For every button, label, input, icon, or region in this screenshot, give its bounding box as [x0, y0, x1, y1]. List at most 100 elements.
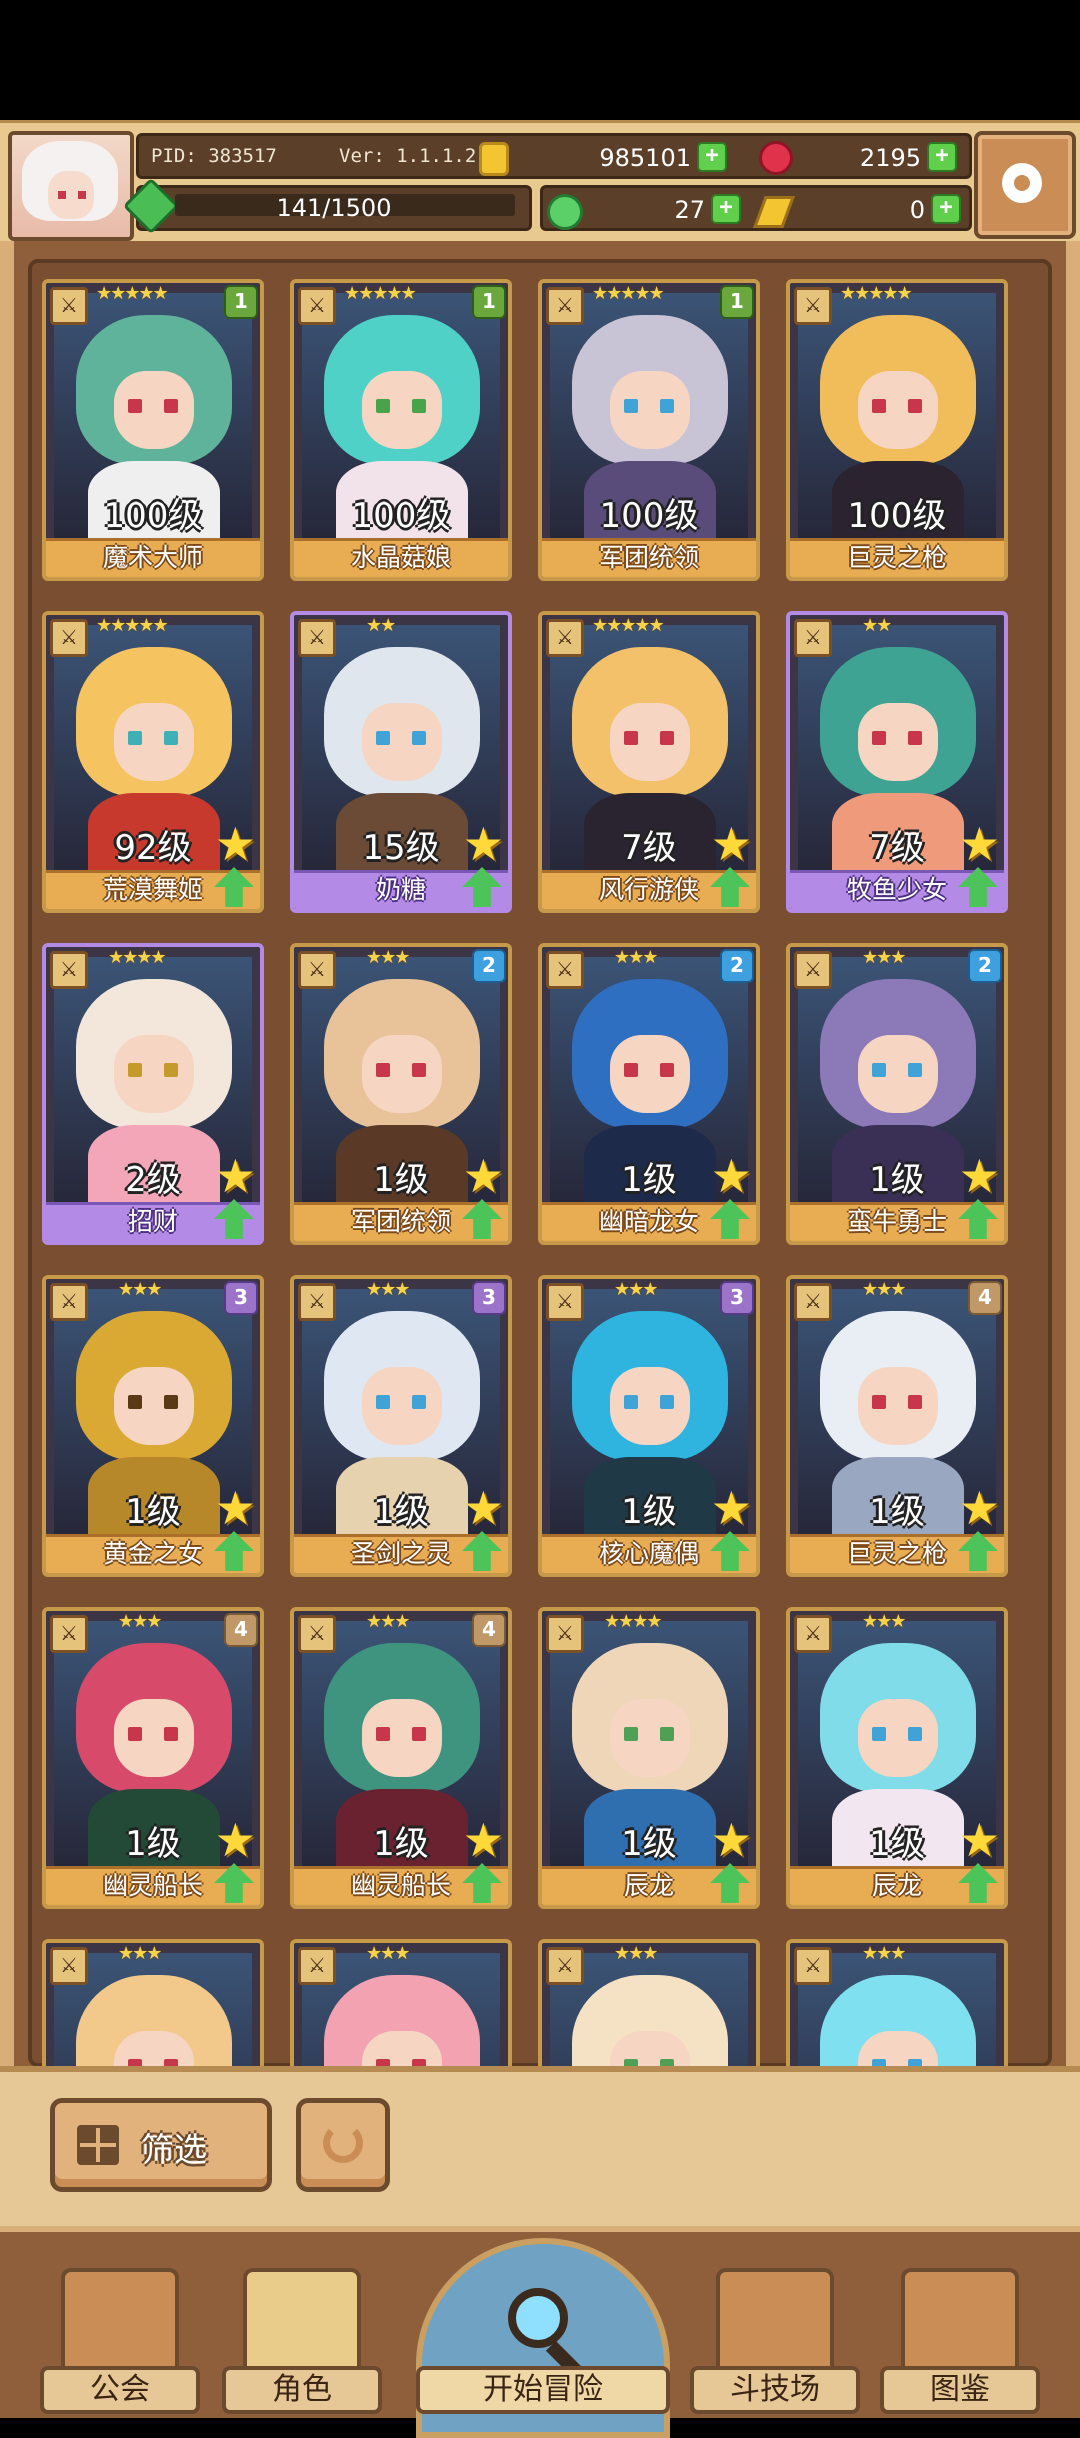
portrait-eye	[660, 399, 674, 413]
avatar-eye-left	[58, 191, 66, 199]
add-gold-button[interactable]: +	[697, 142, 727, 172]
character-card[interactable]: ⚔ ★★★ 2 1级 幽暗龙女 ★	[538, 943, 760, 1245]
character-card[interactable]: ⚔ ★★★ 3 1级 黄金之女 ★	[42, 1275, 264, 1577]
star-upgrade-icon: ★	[710, 817, 752, 871]
portrait-eye	[872, 1395, 886, 1409]
portrait-eye	[376, 1395, 390, 1409]
class-icon: ⚔	[298, 951, 336, 989]
nav-character[interactable]: 角色	[222, 2238, 382, 2418]
nav-guild[interactable]: 公会	[40, 2248, 200, 2418]
rarity-stars: ★★	[366, 615, 396, 636]
tier-badge: 1	[472, 285, 506, 319]
rarity-stars: ★★★	[862, 947, 906, 968]
portrait-eye	[660, 731, 674, 745]
character-card[interactable]: ⚔ ★★★ 3 1级 圣剑之灵 ★	[290, 1275, 512, 1577]
character-card[interactable]: ⚔ ★★★★★ 1 100级 军团统领	[538, 279, 760, 581]
character-card[interactable]: ⚔ ★★★	[42, 1939, 264, 2067]
rarity-stars: ★★★★★	[592, 615, 665, 636]
portrait-face	[114, 703, 194, 781]
character-card[interactable]: ⚔ ★★★★★ 92级 荒漠舞姬 ★	[42, 611, 264, 913]
tier-badge: 3	[224, 1281, 258, 1315]
character-card[interactable]: ⚔ ★★★ 4 1级 巨灵之枪 ★	[786, 1275, 1008, 1577]
clover-counter: 27 +	[543, 192, 743, 230]
nav-codex[interactable]: 图鉴	[880, 2248, 1040, 2418]
nav-guild-label: 公会	[40, 2366, 200, 2414]
class-icon: ⚔	[794, 1283, 832, 1321]
character-name: 巨灵之枪	[790, 538, 1004, 577]
character-roster-panel[interactable]: ⚔ ★★★★★ 1 100级 魔术大师 ⚔ ★★★★★ 1 100级 水晶菇娘 ⚔ ★★★★★ 1 100…	[0, 241, 1080, 2067]
character-card[interactable]: ⚔ ★★★	[538, 1939, 760, 2067]
start-adventure-button[interactable]: 开始冒险	[416, 2238, 670, 2438]
player-avatar[interactable]	[8, 131, 134, 241]
star-upgrade-icon: ★	[710, 1813, 752, 1867]
class-icon: ⚔	[50, 287, 88, 325]
character-card[interactable]: ⚔ ★★★ 3 1级 核心魔偶 ★	[538, 1275, 760, 1577]
character-card[interactable]: ⚔ ★★★ 4 1级 幽灵船长 ★	[42, 1607, 264, 1909]
portrait-eye	[412, 731, 426, 745]
portrait-eye	[164, 1063, 178, 1077]
roster-grid[interactable]: ⚔ ★★★★★ 1 100级 魔术大师 ⚔ ★★★★★ 1 100级 水晶菇娘 ⚔ ★★★★★ 1 100…	[28, 259, 1052, 2067]
class-icon: ⚔	[298, 287, 336, 325]
gold-value: 985101	[599, 144, 691, 172]
character-card[interactable]: ⚔ ★★★	[290, 1939, 512, 2067]
portrait-eye	[908, 399, 922, 413]
magnifier-icon	[508, 2288, 568, 2348]
add-clover-button[interactable]: +	[711, 194, 741, 224]
class-icon: ⚔	[546, 1615, 584, 1653]
class-icon: ⚔	[50, 1615, 88, 1653]
class-icon: ⚔	[794, 287, 832, 325]
portrait-eye	[624, 1395, 638, 1409]
status-bar-area	[0, 0, 1080, 120]
character-card[interactable]: ⚔ ★★★★ 2级 招财 ★	[42, 943, 264, 1245]
rarity-stars: ★★★	[118, 1943, 162, 1964]
character-card[interactable]: ⚔ ★★★ 1级 辰龙 ★	[786, 1607, 1008, 1909]
rarity-stars: ★★★	[862, 1943, 906, 1964]
add-key-button[interactable]: +	[931, 194, 961, 224]
class-icon: ⚔	[546, 287, 584, 325]
character-card[interactable]: ⚔ ★★★★★ 7级 风行游侠 ★	[538, 611, 760, 913]
filter-button[interactable]: 筛选	[50, 2098, 272, 2192]
rarity-stars: ★★★★★	[96, 615, 169, 636]
settings-button[interactable]	[974, 131, 1076, 239]
gear-icon	[1002, 163, 1042, 203]
gold-counter: 985101 +	[479, 140, 729, 176]
gem-counter: 2195 +	[759, 140, 959, 175]
add-gem-button[interactable]: +	[927, 142, 957, 172]
character-card[interactable]: ⚔ ★★★	[786, 1939, 1008, 2067]
portrait-eye	[128, 1395, 142, 1409]
energy-value: 141/1500	[276, 194, 392, 222]
portrait-eye	[624, 1063, 638, 1077]
rarity-stars: ★★★★★	[344, 283, 417, 304]
rarity-stars: ★★★	[862, 1611, 906, 1632]
character-card[interactable]: ⚔ ★★★ 4 1级 幽灵船长 ★	[290, 1607, 512, 1909]
key-counter: 0 +	[753, 192, 963, 228]
character-card[interactable]: ⚔ ★★ 7级 牧鱼少女 ★	[786, 611, 1008, 913]
portrait-eye	[872, 731, 886, 745]
nav-arena[interactable]: 斗技场	[690, 2248, 860, 2418]
rarity-stars: ★★★	[614, 1943, 658, 1964]
portrait-eye	[908, 1727, 922, 1741]
character-card[interactable]: ⚔ ★★★★★ 1 100级 魔术大师	[42, 279, 264, 581]
star-upgrade-icon: ★	[214, 1813, 256, 1867]
filter-grid-icon	[77, 2125, 119, 2165]
character-card[interactable]: ⚔ ★★★ 2 1级 军团统领 ★	[290, 943, 512, 1245]
refresh-button[interactable]	[296, 2098, 390, 2192]
character-card[interactable]: ⚔ ★★★★ 1级 辰龙 ★	[538, 1607, 760, 1909]
character-card[interactable]: ⚔ ★★★★★ 100级 巨灵之枪	[786, 279, 1008, 581]
portrait-eye	[908, 1395, 922, 1409]
portrait-eye	[412, 1395, 426, 1409]
character-card[interactable]: ⚔ ★★ 15级 奶糖 ★	[290, 611, 512, 913]
star-upgrade-icon: ★	[462, 1813, 504, 1867]
portrait-face	[114, 371, 194, 449]
portrait-eye	[624, 1727, 638, 1741]
character-card[interactable]: ⚔ ★★★★★ 1 100级 水晶菇娘	[290, 279, 512, 581]
ruby-gem-icon	[759, 141, 793, 175]
rarity-stars: ★★★★★	[592, 283, 665, 304]
star-upgrade-icon: ★	[958, 817, 1000, 871]
character-card[interactable]: ⚔ ★★★ 2 1级 蛮牛勇士 ★	[786, 943, 1008, 1245]
star-upgrade-icon: ★	[214, 1149, 256, 1203]
star-upgrade-icon: ★	[958, 1813, 1000, 1867]
character-name: 水晶菇娘	[294, 538, 508, 577]
portrait-face	[362, 1035, 442, 1113]
star-upgrade-icon: ★	[710, 1481, 752, 1535]
